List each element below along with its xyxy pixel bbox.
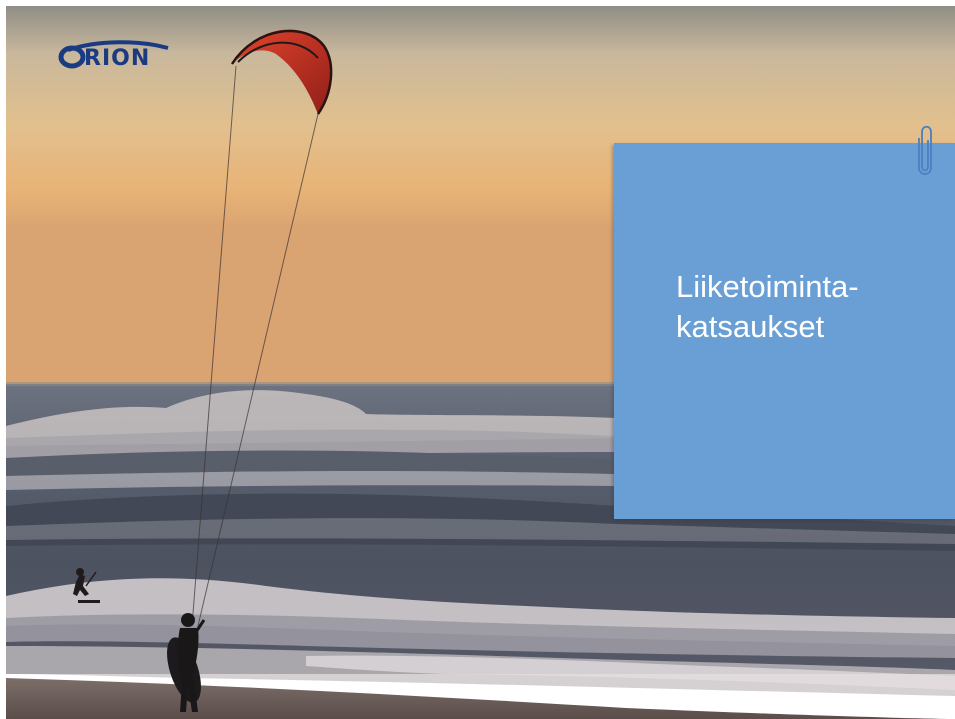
title-panel: Liiketoiminta- katsaukset [614, 143, 955, 519]
orion-logo-icon: RION [58, 38, 176, 74]
slide: RION Liiketoiminta- katsaukset [0, 0, 955, 719]
paperclip-icon [918, 125, 932, 175]
logo-wordmark: RION [84, 46, 151, 71]
slide-title: Liiketoiminta- katsaukset [676, 269, 859, 344]
